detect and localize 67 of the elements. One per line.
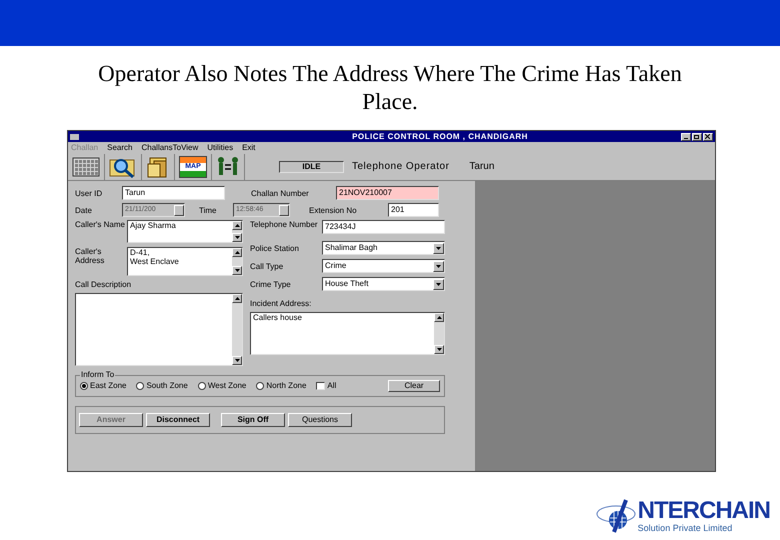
slide-title: Operator Also Notes The Address Where The Crime Has Taken Place. [97,60,683,116]
text-field[interactable]: Tarun [122,186,225,200]
action-button[interactable]: Sign Off [221,413,285,427]
zone-radio[interactable]: West Zone [198,380,246,392]
field-label: Caller's Name [75,220,126,229]
menu-item[interactable]: Search [107,142,132,152]
all-checkbox[interactable]: All [316,380,336,392]
text-field[interactable]: 723434J [322,220,445,234]
user-name: Tarun [469,160,494,174]
scroll-down-button[interactable] [232,266,242,275]
field-label: Time [199,206,218,214]
field-label: Telephone Number [250,220,319,229]
scroll-down-button[interactable] [232,233,242,242]
maximize-button[interactable] [692,132,702,140]
caret-up-icon [234,251,240,254]
caret-down-icon [234,359,240,362]
scroll-up-button[interactable] [232,248,242,257]
text-area[interactable]: Ajay Sharma [127,220,243,243]
scroll-up-button[interactable] [232,294,242,303]
field-label: Crime Type [250,280,292,288]
dropdown-field[interactable]: House Theft [322,277,445,291]
text-area[interactable]: Callers house [250,312,445,355]
keyboard-icon[interactable] [72,156,100,178]
logo-tagline: Solution Private Limited [638,523,732,533]
field-label: Caller's Address [75,247,106,265]
field-label: Call Type [250,262,284,270]
zone-radio[interactable]: South Zone [136,380,188,392]
scroll-down-button[interactable] [434,345,444,354]
role-label: Telephone Operator [352,160,450,174]
zone-radio[interactable]: East Zone [80,380,126,392]
scroll-down-button[interactable] [232,356,242,365]
action-button[interactable]: Questions [288,413,352,427]
dropdown-field[interactable]: Shalimar Bagh [322,241,445,255]
zone-radio[interactable]: North Zone [256,380,306,392]
minimize-button[interactable] [680,132,691,140]
people-transfer-icon[interactable] [216,156,240,178]
status-box: IDLE [279,160,344,172]
field-label: Date [75,206,93,214]
action-button[interactable]: Disconnect [146,413,210,427]
caret-up-icon [234,297,240,300]
close-button[interactable] [702,132,713,140]
field-label: Police Station [250,244,300,252]
scroll-up-button[interactable] [232,221,242,230]
dropdown-field[interactable]: Crime [322,259,445,273]
field-label: Call Description [75,280,132,289]
menu-item[interactable]: ChallansToView [142,142,198,152]
menu-item[interactable]: Exit [242,142,256,152]
caret-up-icon [234,224,240,227]
menu-item[interactable]: Utilities [207,142,234,152]
field-label: User ID [75,188,104,198]
text-area[interactable]: D-41, West Enclave [127,247,243,276]
clear-button[interactable]: Clear [388,380,440,392]
text-area[interactable] [75,293,243,366]
caret-up-icon [436,316,442,319]
app-icon [70,133,79,140]
field-label: Extension No [309,206,358,214]
window-title: POLICE CONTROL ROOM , CHANDIGARH [352,132,528,142]
field-label: Challan Number [251,188,310,198]
group-label: Inform To [80,370,116,379]
caret-down-icon [234,236,240,239]
caret-down-icon [436,348,442,351]
text-field[interactable]: 21NOV210007 [336,186,439,200]
text-field[interactable]: 201 [388,203,439,217]
scroll-up-button[interactable] [434,313,444,322]
caret-down-icon [234,269,240,272]
field-label: Incident Address: [250,299,312,308]
logo-text: NTERCHAIN [638,499,770,523]
